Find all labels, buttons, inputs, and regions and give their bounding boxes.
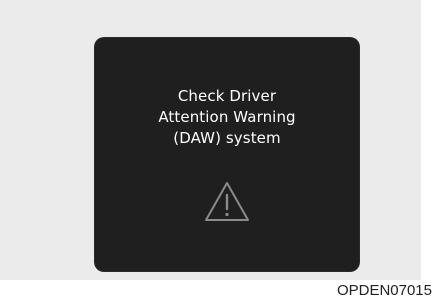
warning-message-line: Check Driver — [177, 87, 277, 105]
cluster-display: Check Driver Attention Warning (DAW) sys… — [95, 38, 359, 271]
warning-triangle-icon — [205, 182, 249, 221]
warning-message-line: Attention Warning — [158, 108, 296, 126]
warning-message: Check Driver Attention Warning (DAW) sys… — [95, 86, 359, 149]
figure-code: OPDEN07015 — [336, 282, 432, 299]
warning-message-line: (DAW) system — [173, 129, 281, 147]
